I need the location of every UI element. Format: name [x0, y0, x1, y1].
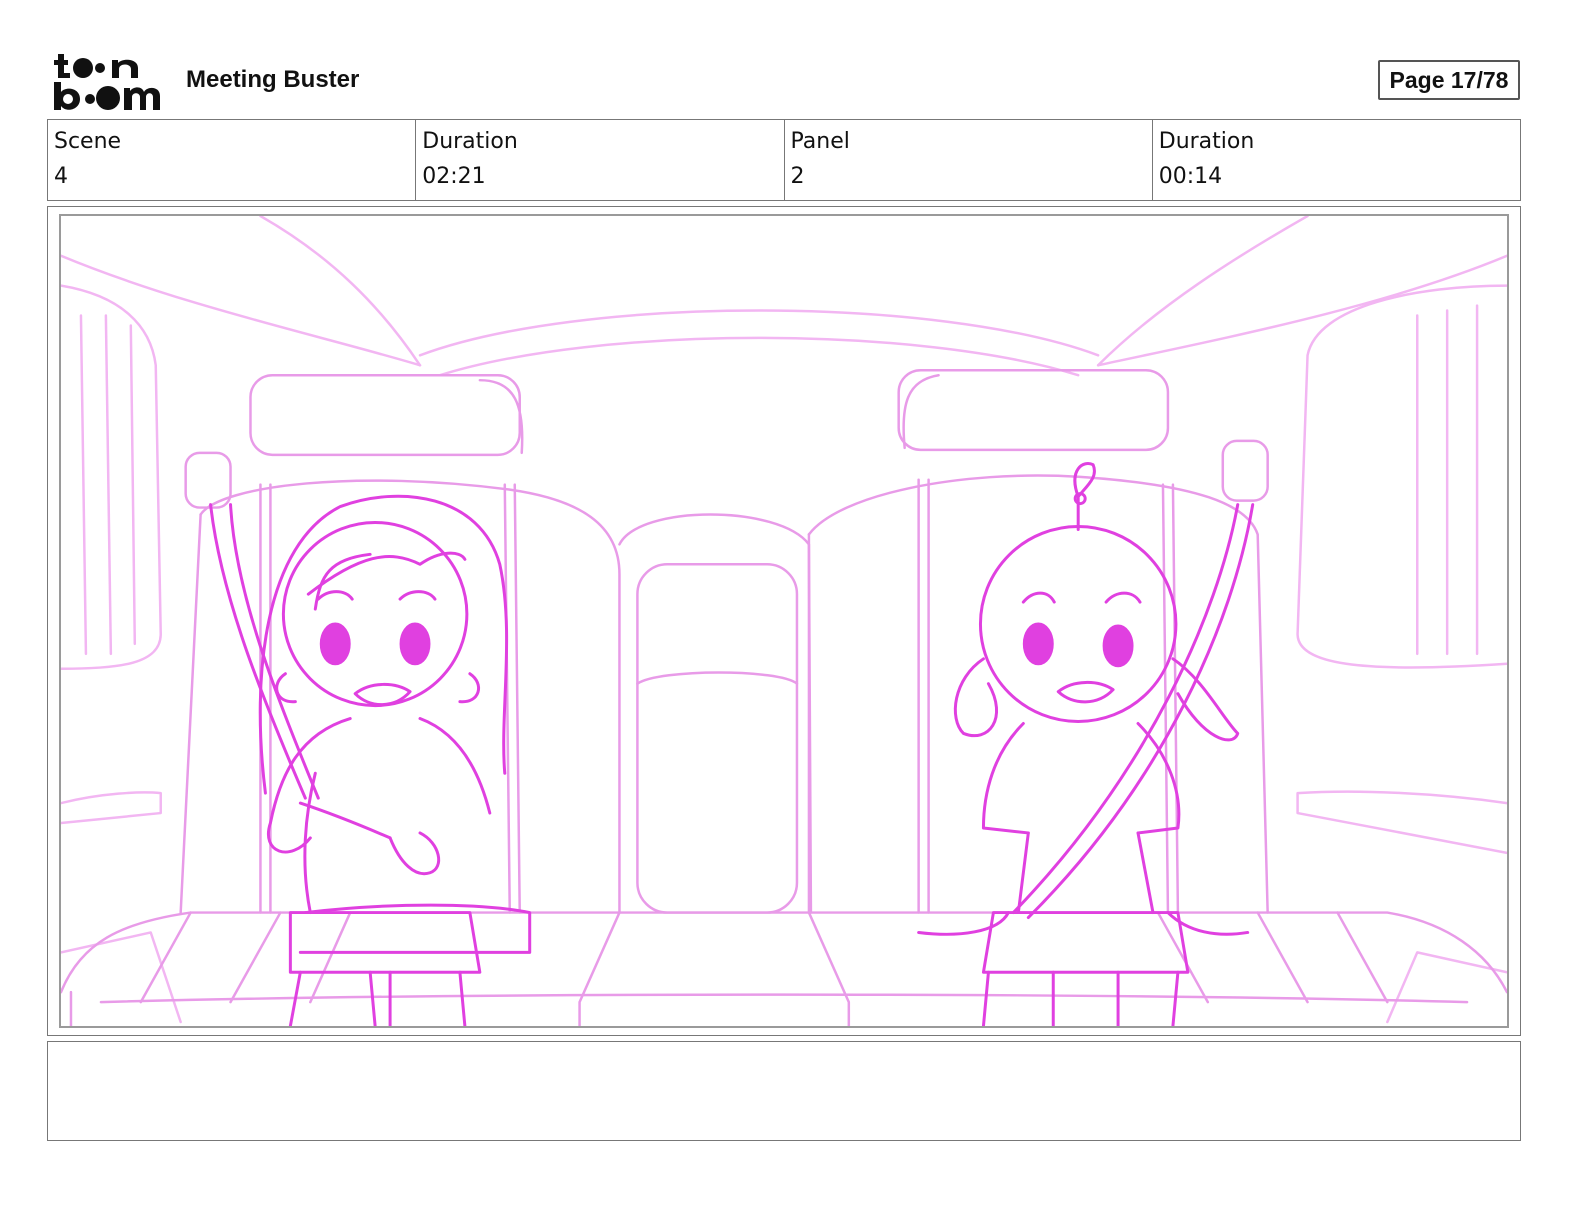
storyboard-panel-image — [59, 214, 1509, 1028]
panel-cell: Panel 2 — [785, 120, 1153, 200]
panel-label: Panel — [790, 129, 850, 154]
panel-duration-value: 00:14 — [1158, 164, 1223, 189]
scene-cell: Scene 4 — [48, 120, 417, 200]
storyboard-panel-frame — [47, 206, 1521, 1036]
project-title: Meeting Buster — [186, 66, 360, 93]
toonboom-logo — [52, 52, 164, 112]
scene-value: 4 — [54, 164, 68, 189]
scene-duration-label: Duration — [422, 129, 518, 154]
panel-duration-cell: Duration 00:14 — [1153, 120, 1520, 200]
panel-duration-label: Duration — [1158, 129, 1255, 154]
scene-label: Scene — [54, 129, 122, 154]
page-indicator: Page 17/78 — [1378, 60, 1520, 100]
scene-info-table: Scene 4 Duration 02:21 Panel 2 Duration … — [47, 119, 1521, 201]
scene-duration-value: 02:21 — [422, 164, 486, 189]
car-backseat-sketch — [61, 216, 1507, 1026]
panel-notes-box — [47, 1041, 1521, 1141]
scene-duration-cell: Duration 02:21 — [416, 120, 785, 200]
panel-value: 2 — [790, 164, 805, 189]
